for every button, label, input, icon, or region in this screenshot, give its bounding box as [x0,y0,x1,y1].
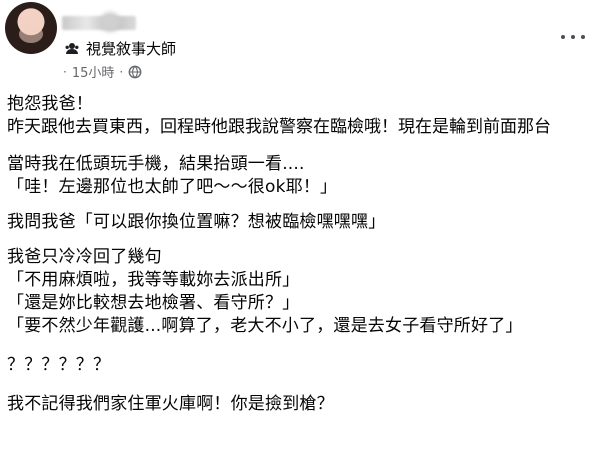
post-text-line: 我問我爸「可以跟你換位置嘛？想被臨檢嘿嘿嘿」 [7,212,386,232]
post-text-line: 昨天跟他去買東西，回程時他跟我說警察在臨檢哦！現在是輪到前面那台 [7,117,551,137]
post-header: 視覺敘事大師 · 15小時 · [0,0,600,90]
post-text-line: ？？？？？？ [7,355,111,375]
more-dot [561,35,565,39]
blurred-author-name [62,16,136,30]
more-dot [581,35,585,39]
group-name-row[interactable]: 視覺敘事大師 [64,38,176,58]
profile-avatar[interactable] [5,2,57,54]
globe-icon[interactable] [128,65,142,79]
post-text-line: 我不記得我們家住軍火庫啊！你是撿到槍？ [7,394,334,414]
blurred-author-name-mark [100,12,120,32]
post-text-line: 抱怨我爸！ [7,94,93,114]
more-options-icon[interactable] [560,28,588,46]
post-text-line: 「不用麻煩啦，我等等載妳去派出所」 [7,270,300,290]
meta-separator: · [119,64,124,79]
group-name[interactable]: 視覺敘事大師 [86,38,176,59]
post-text-line: 「哇！左邊那位也太帥了吧～～很ok耶！」 [7,177,338,197]
post-text-line: 「還是妳比較想去地檢署、看守所？」 [7,293,300,313]
meta-separator: · [63,64,67,79]
post-text-line: 「要不然少年觀護...啊算了，老大不小了，還是去女子看守所好了」 [7,316,523,336]
post-time[interactable]: 15小時 [72,62,115,81]
post-meta: · 15小時 · [63,62,142,81]
group-icon [64,40,80,56]
post-text-line: 當時我在低頭玩手機，結果抬頭一看.... [7,154,305,174]
more-dot [571,35,575,39]
post-text-line: 我爸只冷冷回了幾句 [7,247,162,267]
facebook-post: 視覺敘事大師 · 15小時 · 抱怨我爸！ 昨天跟他去買東西，回程時他跟我說警察… [0,0,600,450]
post-body: 抱怨我爸！ 昨天跟他去買東西，回程時他跟我說警察在臨檢哦！現在是輪到前面那台 當… [7,93,587,416]
